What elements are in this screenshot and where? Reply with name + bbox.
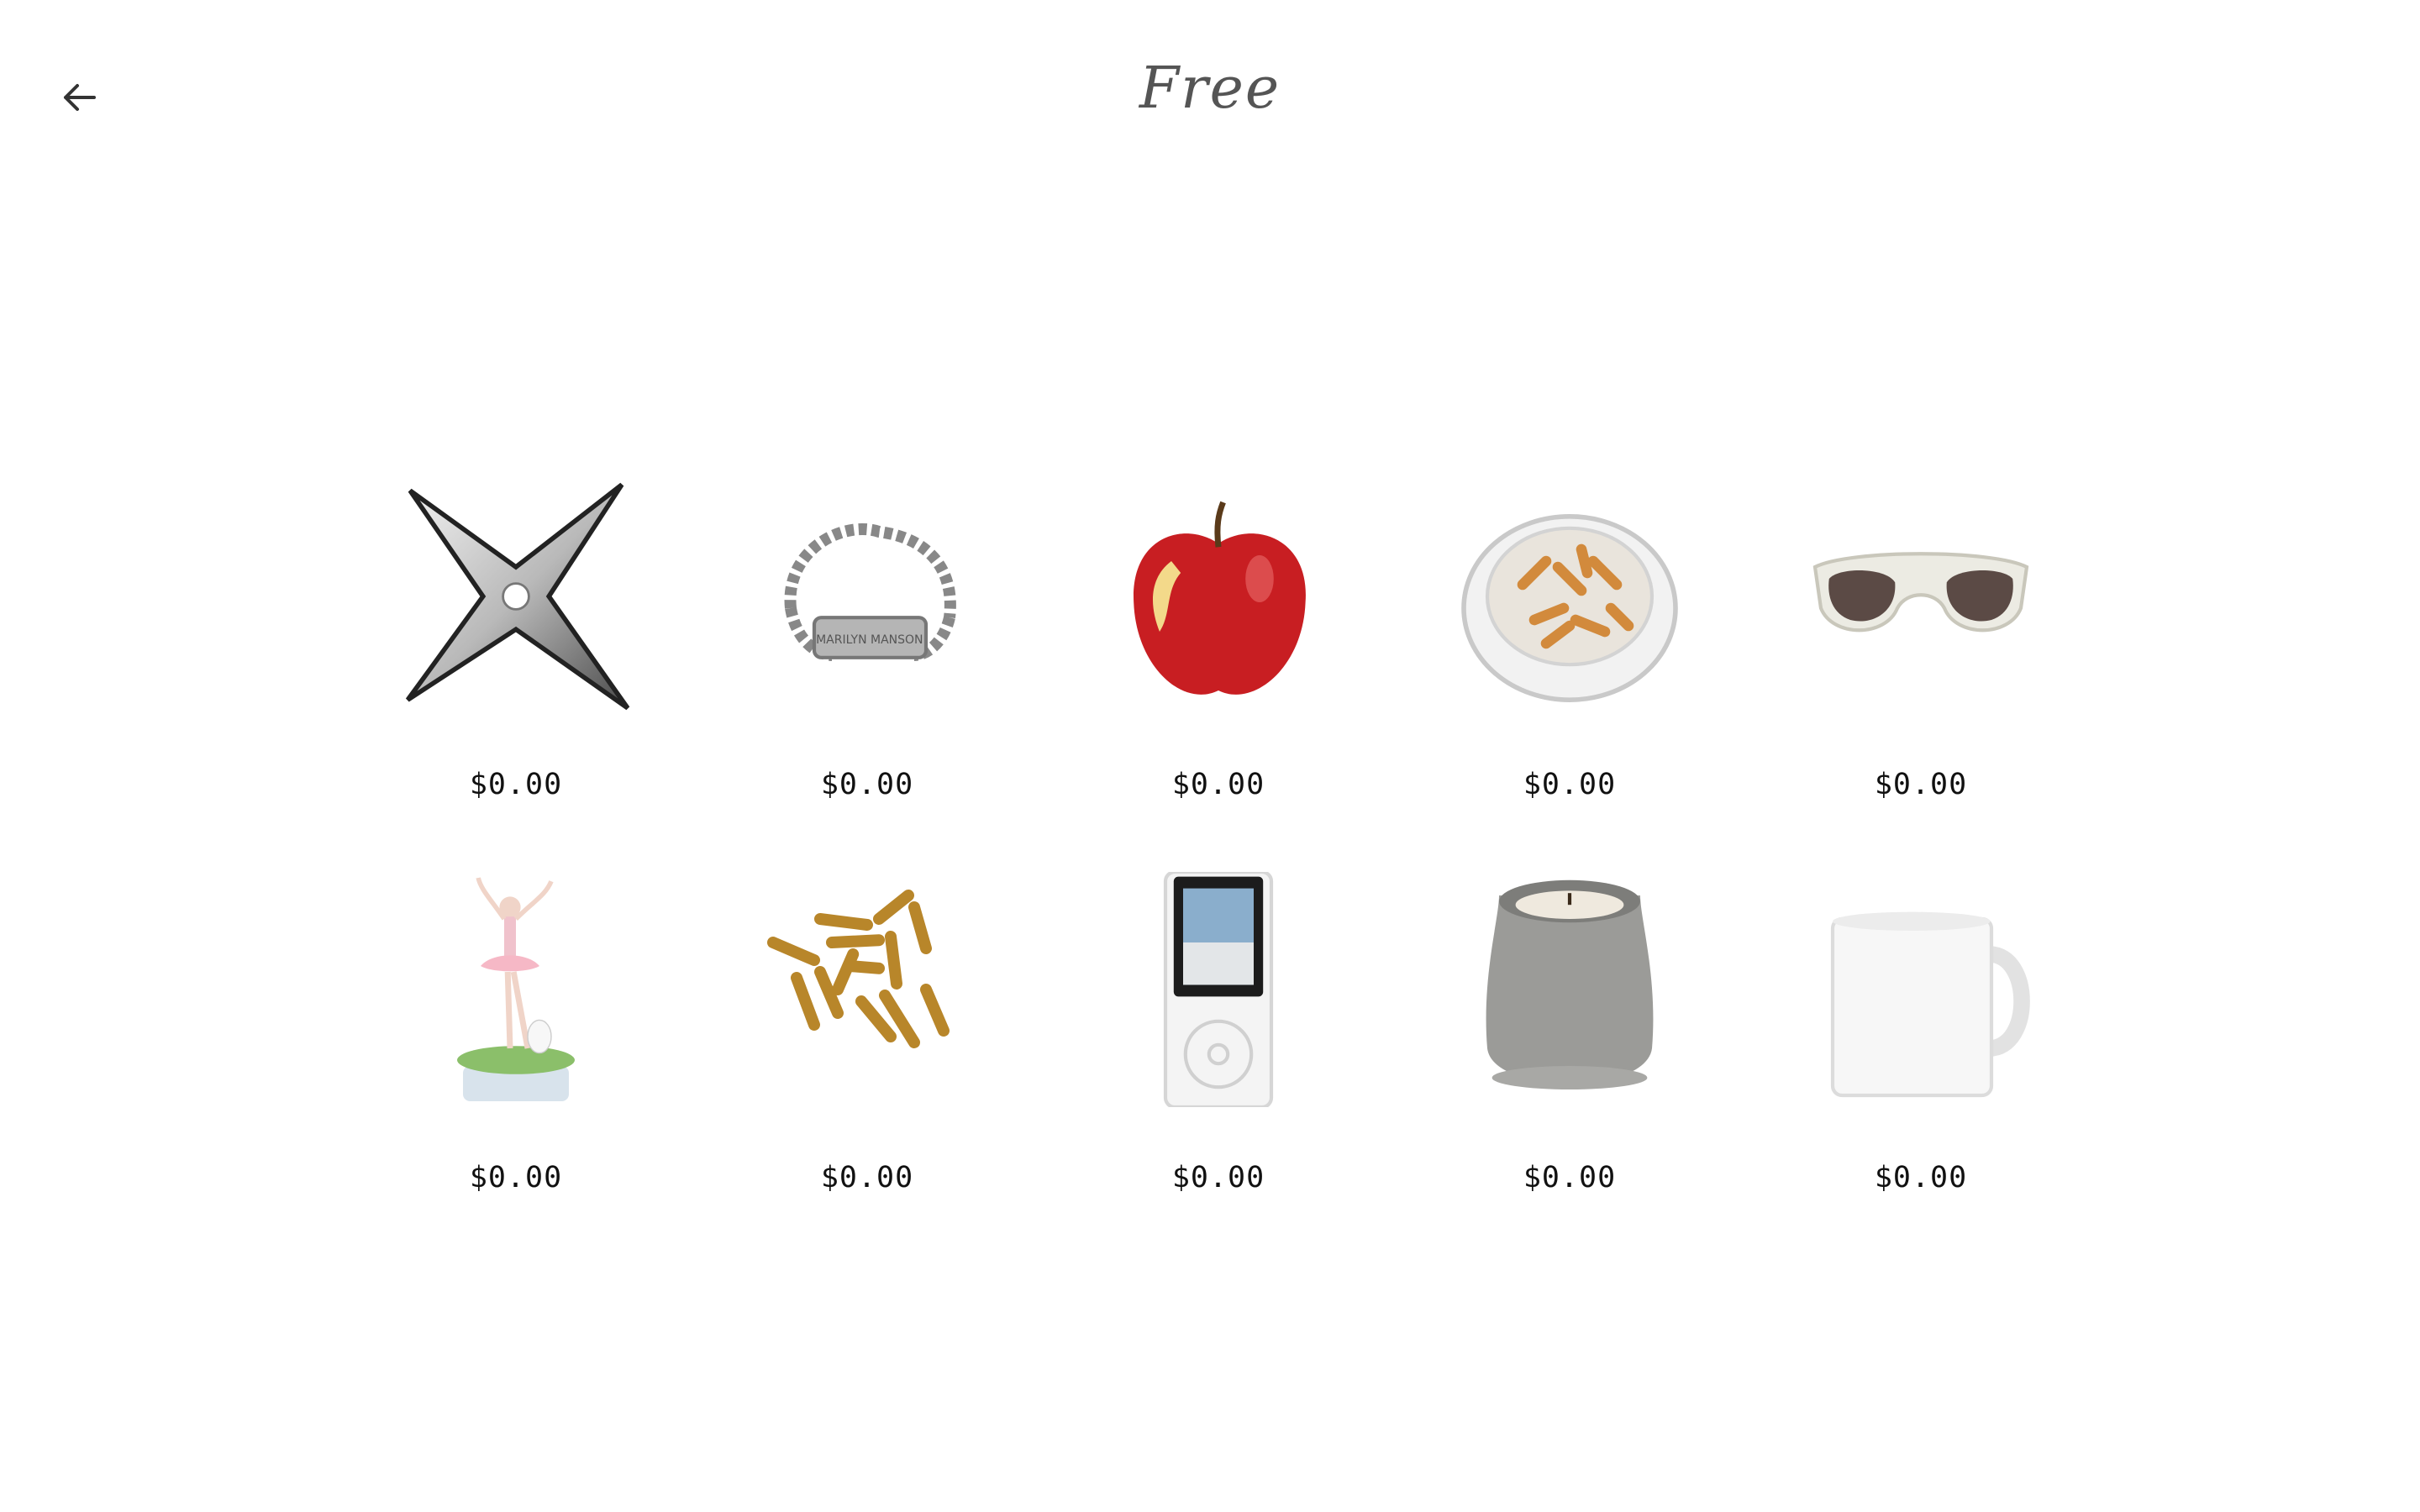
product-price: $0.00 xyxy=(1523,768,1617,801)
product-price: $0.00 xyxy=(1874,1161,1968,1194)
product-price: $0.00 xyxy=(469,1161,563,1194)
product-image xyxy=(741,864,993,1116)
candle-icon xyxy=(1486,879,1654,1089)
product-card[interactable]: $0.00 xyxy=(1394,864,1745,1257)
product-image xyxy=(390,864,642,1116)
product-price: $0.00 xyxy=(469,768,563,801)
product-card[interactable]: $0.00 xyxy=(1745,864,2096,1257)
product-price: $0.00 xyxy=(1171,768,1265,801)
product-price: $0.00 xyxy=(820,768,914,801)
apple-icon xyxy=(1134,501,1306,695)
mp3-player-icon xyxy=(1163,872,1274,1107)
ashtray-icon xyxy=(1461,514,1678,702)
page-title: Free xyxy=(1139,55,1281,122)
product-price: $0.00 xyxy=(1523,1161,1617,1194)
product-image xyxy=(1795,470,2047,722)
mug-icon xyxy=(1830,911,2030,1098)
product-image xyxy=(1092,864,1344,1116)
product-grid: $0.00 MARILYN MANSON $0.00 $0.00 $0.00 $… xyxy=(340,470,2096,1257)
product-image xyxy=(1795,864,2047,1116)
bracelet-icon: MARILYN MANSON xyxy=(784,522,956,661)
product-image xyxy=(1444,470,1696,722)
ballerina-icon xyxy=(457,877,575,1101)
product-card[interactable]: $0.00 xyxy=(1043,864,1394,1257)
product-card[interactable]: $0.00 xyxy=(1745,470,2096,864)
sunglasses-icon xyxy=(1812,552,2029,633)
product-image xyxy=(390,470,642,722)
bracelet-engraving: MARILYN MANSON xyxy=(816,633,923,647)
product-card[interactable]: $0.00 xyxy=(1394,470,1745,864)
product-price: $0.00 xyxy=(1874,768,1968,801)
product-image: MARILYN MANSON xyxy=(741,470,993,722)
product-card[interactable]: $0.00 xyxy=(692,864,1043,1257)
header: Free xyxy=(0,0,2420,193)
product-image xyxy=(1444,864,1696,1116)
product-card[interactable]: $0.00 xyxy=(1043,470,1394,864)
product-card[interactable]: MARILYN MANSON $0.00 xyxy=(692,470,1043,864)
product-card[interactable]: $0.00 xyxy=(340,470,692,864)
product-image xyxy=(1092,470,1344,722)
product-price: $0.00 xyxy=(820,1161,914,1194)
product-price: $0.00 xyxy=(1171,1161,1265,1194)
shuriken-icon xyxy=(405,482,630,711)
product-card[interactable]: $0.00 xyxy=(340,864,692,1257)
bullets-icon xyxy=(767,890,950,1048)
